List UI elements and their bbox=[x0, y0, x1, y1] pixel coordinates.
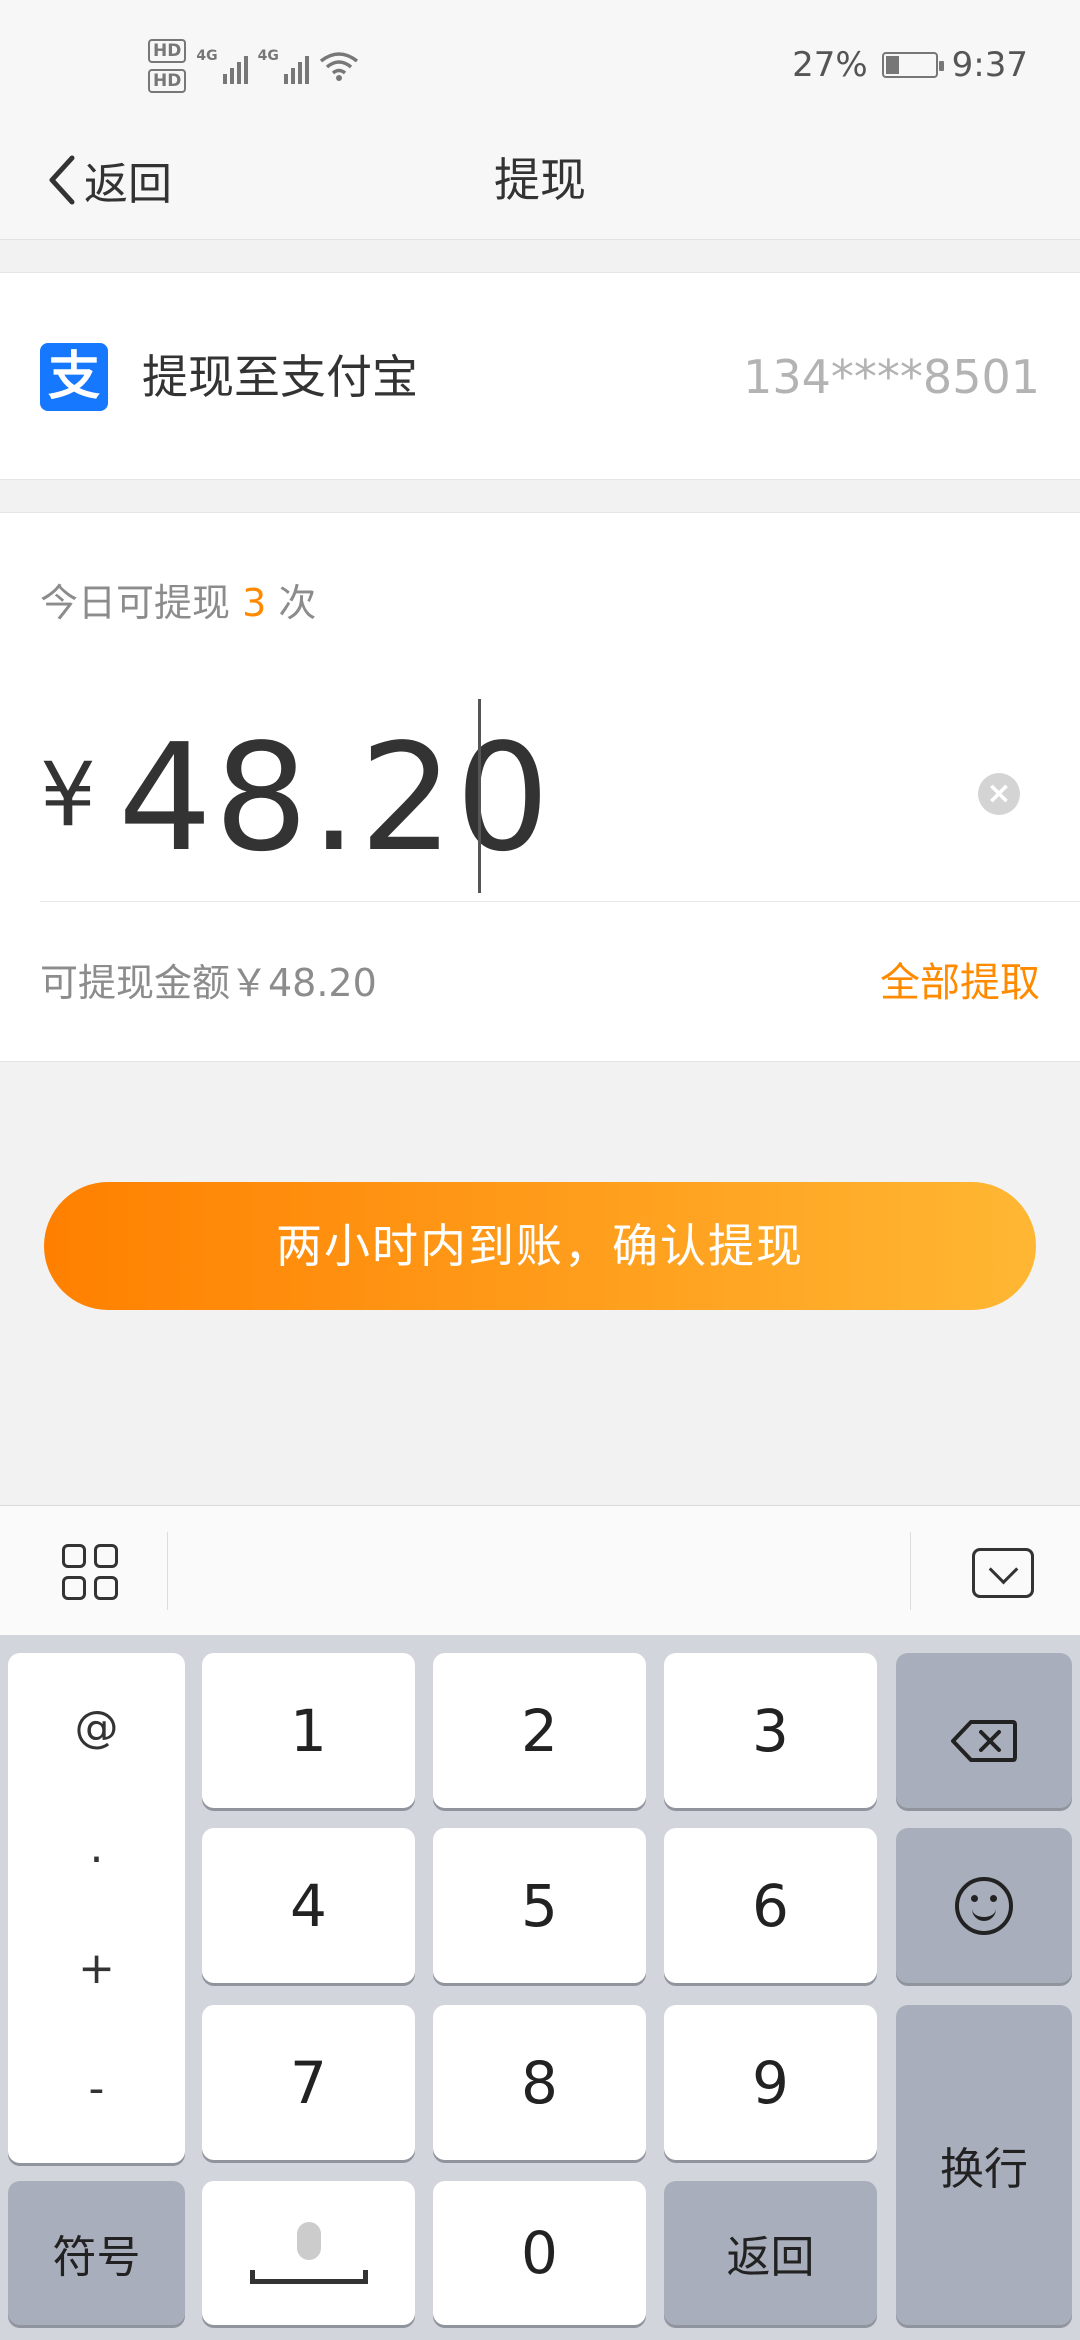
battery-percent: 27% bbox=[792, 45, 868, 85]
microphone-icon bbox=[296, 2222, 321, 2260]
symbols-key[interactable]: 符号 bbox=[8, 2181, 185, 2325]
daily-limit-count: 3 bbox=[242, 581, 267, 625]
signal-icon: 4G bbox=[196, 48, 248, 84]
keyboard-toolbar bbox=[0, 1505, 1080, 1635]
back-button[interactable]: 返回 bbox=[44, 144, 172, 216]
withdraw-all-button[interactable]: 全部提取 bbox=[880, 953, 1040, 1013]
daily-limit-prefix: 今日可提现 bbox=[40, 581, 243, 625]
withdraw-target-row[interactable]: 支 提现至支付宝 134****8501 bbox=[0, 272, 1080, 480]
nav-bar: 返回 提现 bbox=[0, 120, 1080, 240]
symbol-column-key[interactable]: @ . + - bbox=[8, 1653, 185, 2163]
hd-badge-2: HD bbox=[148, 69, 187, 93]
key-at[interactable]: @ bbox=[75, 1702, 119, 1753]
return-key[interactable]: 返回 bbox=[664, 2181, 877, 2325]
currency-symbol: ¥ bbox=[40, 743, 96, 846]
key-plus[interactable]: + bbox=[78, 1943, 115, 1994]
key-4[interactable]: 4 bbox=[202, 1828, 415, 1983]
key-6[interactable]: 6 bbox=[664, 1828, 877, 1983]
confirm-withdraw-button[interactable]: 两小时内到账，确认提现 bbox=[44, 1182, 1036, 1310]
divider bbox=[40, 901, 1080, 902]
status-left: HD HD 4G 4G bbox=[148, 36, 359, 96]
hide-keyboard-icon[interactable] bbox=[972, 1548, 1034, 1598]
chevron-left-icon bbox=[49, 155, 75, 205]
emoji-key[interactable] bbox=[896, 1828, 1072, 1983]
grid-icon[interactable] bbox=[62, 1544, 118, 1600]
status-right: 27% 9:37 bbox=[792, 40, 1028, 90]
status-bar: HD HD 4G 4G 27% 9:37 bbox=[0, 0, 1080, 120]
key-dot[interactable]: . bbox=[90, 1822, 104, 1873]
key-minus[interactable]: - bbox=[89, 2063, 105, 2114]
signal-icon: 4G bbox=[258, 48, 309, 84]
daily-withdraw-limit: 今日可提现 3 次 bbox=[40, 573, 316, 633]
available-amount: 可提现金额￥48.20 bbox=[40, 961, 377, 1005]
backspace-key[interactable] bbox=[896, 1653, 1072, 1808]
withdraw-target-label: 提现至支付宝 bbox=[142, 350, 418, 404]
space-icon bbox=[249, 2270, 368, 2284]
space-key[interactable] bbox=[202, 2181, 415, 2325]
back-label: 返回 bbox=[84, 159, 172, 210]
return-key-label: 返回 bbox=[726, 2232, 815, 2283]
network-type-1: 4G bbox=[196, 48, 218, 64]
clock: 9:37 bbox=[951, 45, 1028, 85]
key-5[interactable]: 5 bbox=[433, 1828, 646, 1983]
alipay-account-number: 134****8501 bbox=[743, 350, 1040, 404]
network-type-2: 4G bbox=[257, 48, 279, 64]
key-0[interactable]: 0 bbox=[433, 2181, 646, 2325]
daily-limit-suffix: 次 bbox=[266, 581, 317, 625]
hd-badge-1: HD bbox=[148, 39, 187, 63]
key-8[interactable]: 8 bbox=[433, 2005, 646, 2160]
backspace-icon bbox=[951, 1709, 1017, 1762]
key-9[interactable]: 9 bbox=[664, 2005, 877, 2160]
amount-card: 今日可提现 3 次 ¥ 48.20 × 可提现金额￥48.20 全部提取 bbox=[0, 512, 1080, 1062]
divider bbox=[167, 1532, 168, 1610]
amount-input[interactable]: 48.20 bbox=[118, 713, 552, 883]
key-2[interactable]: 2 bbox=[433, 1653, 646, 1808]
key-1[interactable]: 1 bbox=[202, 1653, 415, 1808]
numeric-keyboard: @ . + - 1 2 3 4 5 6 7 8 9 换行 符号 0 返回 bbox=[0, 1635, 1080, 2340]
divider bbox=[910, 1532, 911, 1610]
battery-icon bbox=[881, 52, 944, 78]
wifi-icon bbox=[319, 52, 358, 81]
symbols-key-label: 符号 bbox=[52, 2232, 141, 2283]
text-cursor bbox=[478, 699, 481, 893]
key-7[interactable]: 7 bbox=[202, 2005, 415, 2160]
smiley-icon bbox=[955, 1876, 1013, 1935]
enter-key[interactable]: 换行 bbox=[896, 2005, 1072, 2325]
key-3[interactable]: 3 bbox=[664, 1653, 877, 1808]
enter-key-label: 换行 bbox=[940, 2144, 1028, 2195]
alipay-icon: 支 bbox=[40, 343, 108, 411]
clear-icon[interactable]: × bbox=[978, 773, 1020, 815]
